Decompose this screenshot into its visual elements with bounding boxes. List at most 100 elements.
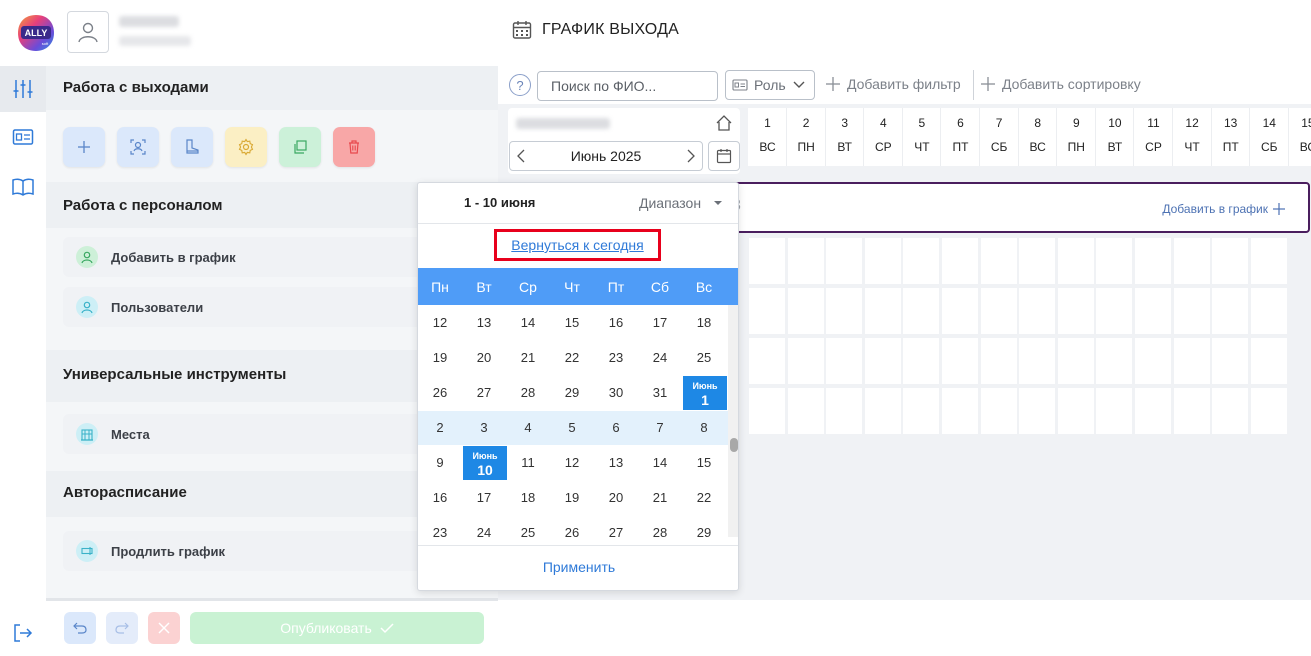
day-column-header[interactable]: 13 ПТ (1212, 108, 1251, 166)
calendar-day[interactable]: 24 (638, 341, 682, 375)
day-column-header[interactable]: 10 ВТ (1096, 108, 1135, 166)
calendar-day[interactable]: 30 (594, 376, 638, 410)
search-input[interactable] (537, 71, 718, 101)
grid-cell[interactable] (1173, 288, 1210, 334)
calendar-day[interactable]: 12 (418, 306, 462, 340)
grid-cell[interactable] (903, 288, 940, 334)
calendar-day[interactable]: 18 (682, 306, 726, 340)
calendar-day[interactable]: 26 (418, 376, 462, 410)
day-column-header[interactable]: 9 ПН (1058, 108, 1096, 166)
calendar-day[interactable]: 16 (594, 306, 638, 340)
day-column-header[interactable]: 7 СБ (981, 108, 1019, 166)
add-exit-button[interactable] (63, 127, 105, 167)
chevron-right-icon[interactable] (686, 149, 696, 163)
grid-cell[interactable] (826, 388, 863, 434)
grid-cell[interactable] (1057, 238, 1094, 284)
day-column-header[interactable]: 2 ПН (788, 108, 826, 166)
grid-cell[interactable] (864, 388, 901, 434)
calendar-day[interactable]: 2 (418, 411, 462, 445)
grid-cell[interactable] (1096, 238, 1133, 284)
calendar-day[interactable]: 3 (462, 411, 506, 445)
exit-settings-button[interactable] (225, 127, 267, 167)
help-button[interactable]: ? (509, 74, 531, 96)
calendar-day[interactable]: 15 (550, 306, 594, 340)
grid-cell[interactable] (1019, 338, 1056, 384)
grid-cell[interactable] (942, 388, 978, 434)
calendar-day[interactable]: 29 (550, 376, 594, 410)
grid-cell[interactable] (942, 288, 978, 334)
grid-cell[interactable] (1057, 288, 1094, 334)
grid-cell[interactable] (1096, 338, 1133, 384)
grid-cell[interactable] (903, 338, 940, 384)
selected-range-day[interactable]: Июнь 1 (683, 376, 727, 410)
grid-cell[interactable] (1212, 238, 1249, 284)
users-item[interactable]: Пользователи (63, 287, 423, 327)
day-column-header[interactable]: 4 СР (865, 108, 903, 166)
chevron-left-icon[interactable] (516, 149, 526, 163)
grid-cell[interactable] (749, 238, 785, 284)
day-column-header[interactable]: 11 СР (1135, 108, 1173, 166)
calendar-day[interactable]: 23 (594, 341, 638, 375)
grid-cell[interactable] (1019, 288, 1056, 334)
rail-id-card-button[interactable] (0, 114, 46, 160)
add-sort-button[interactable]: Добавить сортировку (980, 76, 1141, 92)
calendar-day[interactable]: 20 (462, 341, 506, 375)
day-column-header[interactable]: 1 ВС (749, 108, 787, 166)
day-column-header[interactable]: 14 СБ (1251, 108, 1289, 166)
calendar-day[interactable]: 31 (638, 376, 682, 410)
boot-exit-button[interactable] (171, 127, 213, 167)
grid-cell[interactable] (980, 288, 1017, 334)
delete-exit-button[interactable] (333, 127, 375, 167)
calendar-day[interactable]: 15 (682, 446, 726, 480)
calendar-day[interactable]: 13 (594, 446, 638, 480)
day-column-header[interactable]: 6 ПТ (942, 108, 980, 166)
calendar-day[interactable]: 7 (638, 411, 682, 445)
copy-exit-button[interactable] (279, 127, 321, 167)
add-filter-button[interactable]: Добавить фильтр (825, 76, 961, 92)
calendar-day[interactable]: 18 (506, 481, 550, 515)
add-to-schedule-link[interactable]: Добавить в график (1162, 202, 1286, 216)
grid-cell[interactable] (1173, 388, 1210, 434)
grid-cell[interactable] (1096, 388, 1133, 434)
calendar-scroll-thumb[interactable] (730, 438, 738, 452)
grid-cell[interactable] (980, 338, 1017, 384)
grid-cell[interactable] (864, 238, 901, 284)
apply-button[interactable]: Применить (418, 547, 738, 587)
rail-book-button[interactable] (0, 164, 46, 210)
rail-settings-button[interactable] (0, 66, 46, 112)
calendar-scrollbar[interactable] (728, 305, 738, 537)
calendar-day[interactable]: 22 (550, 341, 594, 375)
grid-cell[interactable] (1250, 238, 1287, 284)
grid-cell[interactable] (903, 238, 940, 284)
grid-cell[interactable] (749, 388, 785, 434)
calendar-day[interactable]: 14 (506, 306, 550, 340)
grid-cell[interactable] (1019, 388, 1056, 434)
calendar-day[interactable]: 4 (506, 411, 550, 445)
grid-cell[interactable] (980, 238, 1017, 284)
grid-cell[interactable] (1173, 338, 1210, 384)
grid-cell[interactable] (1019, 238, 1056, 284)
calendar-day[interactable]: 25 (682, 341, 726, 375)
grid-cell[interactable] (980, 388, 1017, 434)
day-column-header[interactable]: 8 ВС (1019, 108, 1058, 166)
grid-cell[interactable] (1212, 288, 1249, 334)
logout-button[interactable] (0, 610, 46, 656)
add-to-schedule-item[interactable]: Добавить в график (63, 237, 423, 277)
calendar-day[interactable]: 13 (462, 306, 506, 340)
grid-cell[interactable] (1250, 338, 1287, 384)
grid-cell[interactable] (1135, 288, 1171, 334)
grid-cell[interactable] (864, 288, 901, 334)
selected-range-day[interactable]: Июнь 10 (463, 446, 507, 480)
grid-cell[interactable] (749, 288, 785, 334)
user-avatar[interactable] (67, 11, 109, 53)
redo-button[interactable] (106, 612, 138, 644)
grid-cell[interactable] (1057, 338, 1094, 384)
grid-cell[interactable] (942, 238, 978, 284)
undo-button[interactable] (64, 612, 96, 644)
calendar-day[interactable]: 14 (638, 446, 682, 480)
grid-cell[interactable] (903, 388, 940, 434)
grid-cell[interactable] (787, 338, 824, 384)
grid-cell[interactable] (1135, 338, 1171, 384)
places-item[interactable]: Места (63, 414, 423, 454)
grid-cell[interactable] (864, 338, 901, 384)
